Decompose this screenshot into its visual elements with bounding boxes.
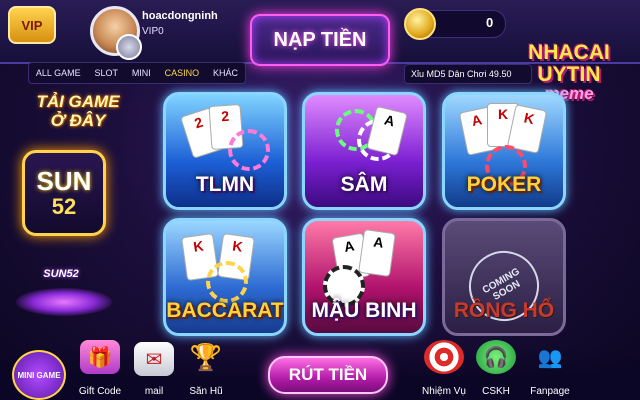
target-icon[interactable] — [424, 340, 464, 374]
vip-level: VIP0 — [142, 26, 164, 37]
sun52-logo[interactable]: SUN 52 — [22, 150, 106, 236]
portal-glow — [16, 288, 112, 316]
game-label: POKER — [466, 173, 542, 196]
fanpage-icon[interactable]: 👥 — [530, 340, 570, 374]
rank-badge-icon — [116, 34, 142, 60]
game-label: RỒNG HỔ — [453, 299, 555, 322]
sun52-name: SUN52 — [43, 268, 79, 280]
withdraw-button[interactable]: RÚT TIỀN — [268, 356, 388, 394]
game-tile-baccarat[interactable]: K K BACCARAT — [163, 218, 287, 336]
vip-badge[interactable]: VIP — [8, 6, 56, 44]
support-icon[interactable]: 🎧 — [476, 340, 516, 374]
logo-text-sun: SUN — [36, 166, 92, 196]
trophy-icon[interactable]: 🏆 — [186, 340, 226, 374]
tab-slot[interactable]: SLOT — [94, 68, 118, 78]
game-tile-mau-binh[interactable]: A A MẬU BINH — [302, 218, 426, 336]
gift-icon[interactable]: 🎁 — [80, 340, 120, 374]
watermark-line-2: UYTIN — [537, 63, 601, 86]
mail-icon[interactable]: ✉ — [134, 342, 174, 376]
game-tile-tlmn[interactable]: 2 2 TLMN — [163, 92, 287, 210]
watermark-line-1: NHACAI — [528, 41, 610, 64]
game-tile-sam[interactable]: A SÂM — [302, 92, 426, 210]
game-tile-rong-ho[interactable]: COMING SOON RỒNG HỔ — [442, 218, 566, 336]
coin-icon — [404, 8, 436, 40]
game-label: MẬU BINH — [311, 299, 417, 322]
promo-line-1: TẢI GAME — [36, 92, 120, 111]
logo-text-52: 52 — [51, 194, 77, 219]
category-nav: ALL GAME SLOT MINI CASINO KHÁC — [28, 62, 246, 84]
jackpot-label[interactable]: Săn Hũ — [174, 386, 238, 397]
game-tile-poker[interactable]: A K K POKER — [442, 92, 566, 210]
promo-line-2: Ở ĐÂY — [50, 111, 106, 130]
game-label: TLMN — [195, 173, 255, 196]
mini-game-button[interactable]: MINI GAME — [12, 350, 66, 400]
tab-casino[interactable]: CASINO — [165, 68, 200, 78]
game-label: BACCARAT — [166, 299, 284, 322]
tab-mini[interactable]: MINI — [132, 68, 151, 78]
fanpage-label[interactable]: Fanpage — [518, 386, 582, 397]
username: hoacdongninh — [142, 10, 218, 22]
game-label: SÂM — [340, 173, 388, 196]
deposit-button[interactable]: NẠP TIỀN — [250, 14, 390, 66]
card-icon: A — [366, 105, 408, 157]
tab-other[interactable]: KHÁC — [213, 68, 238, 78]
card-icon: A — [358, 228, 396, 278]
chip-icon — [206, 261, 248, 303]
tab-all-game[interactable]: ALL GAME — [36, 68, 81, 78]
chip-icon — [228, 129, 270, 171]
balance-value: 0 — [486, 15, 494, 30]
download-promo-title[interactable]: TẢI GAME Ở ĐÂY — [18, 92, 138, 130]
